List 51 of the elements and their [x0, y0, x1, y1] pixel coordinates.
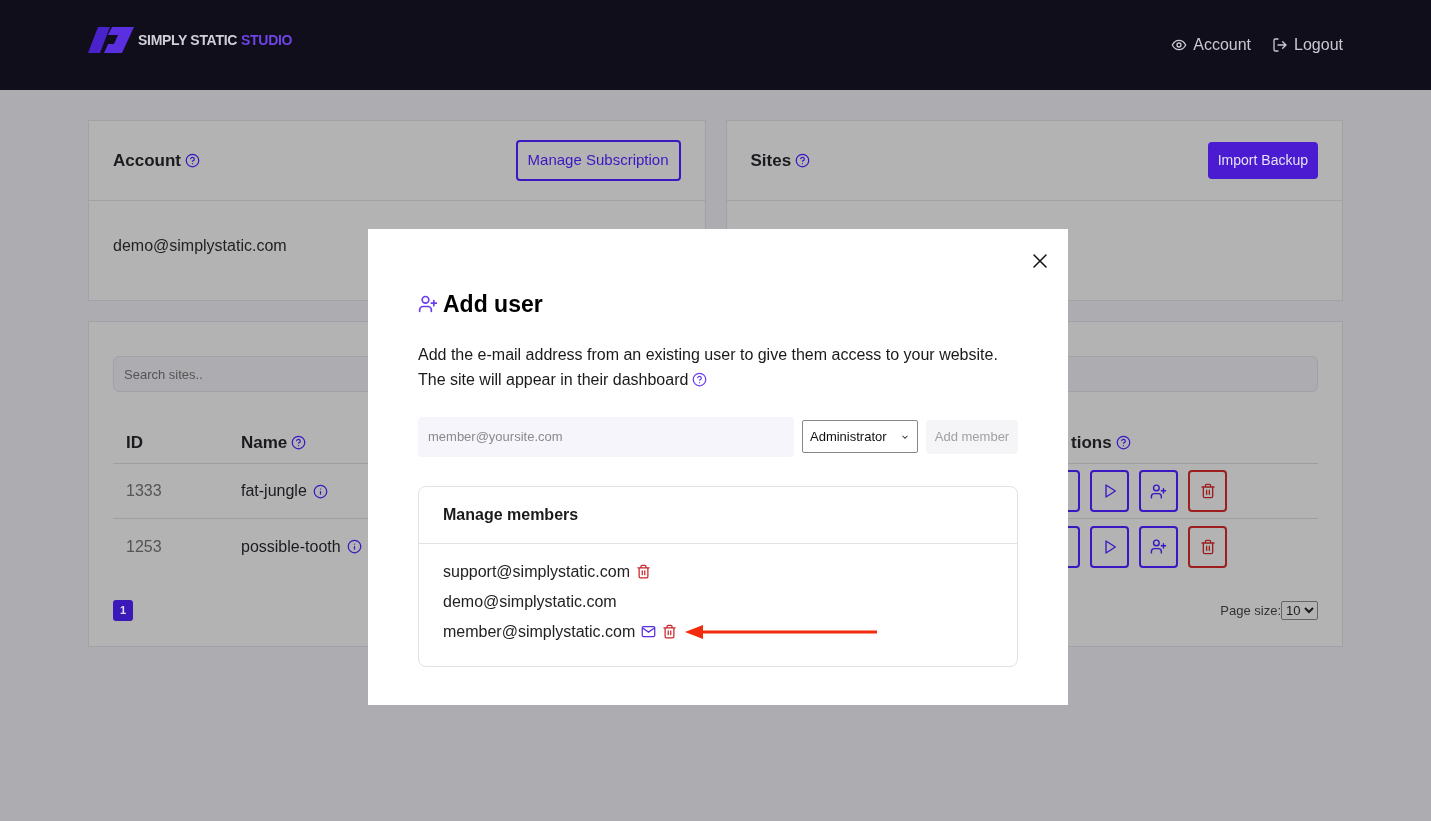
member-email: support@simplystatic.com [443, 561, 630, 582]
column-header: Name [241, 431, 288, 454]
action-button[interactable] [1139, 470, 1178, 512]
column-header: ID [126, 431, 143, 454]
description-text: The site will appear in their dashboard [418, 369, 689, 390]
logo-text: SIMPLY STATIC [138, 30, 238, 50]
column-header: tions [1071, 431, 1112, 454]
account-email: demo@simplystatic.com [113, 237, 287, 254]
email-field[interactable]: member@yoursite.com [418, 416, 794, 457]
logo-accent-text: STUDIO [241, 30, 293, 50]
user-plus-icon [1150, 538, 1167, 555]
action-button[interactable] [1090, 525, 1129, 568]
manage-subscription-button[interactable]: Manage Subscription [515, 140, 681, 181]
info-icon [346, 539, 362, 554]
site-id: 1333 [126, 482, 162, 499]
help-icon [692, 371, 708, 387]
panel-title: Sites [750, 149, 792, 172]
user-plus-icon [1150, 482, 1167, 500]
mail-icon[interactable] [641, 624, 657, 639]
logo-icon [88, 27, 134, 53]
site-name: possible-tooth [241, 536, 341, 557]
description-text: Add the e-mail address from an existing user to give them access to your website. [418, 344, 998, 365]
member-email: demo@simplystatic.com [443, 591, 617, 612]
user-plus-icon [418, 294, 438, 315]
logout-icon [1272, 37, 1289, 53]
action-button[interactable] [1090, 470, 1129, 512]
role-select[interactable]: Administrator [802, 420, 918, 453]
nav-link[interactable]: Logout [1272, 33, 1343, 57]
trash-icon[interactable] [635, 564, 651, 579]
action-button[interactable] [1139, 525, 1178, 568]
page-size-select[interactable]: 10 [1281, 601, 1318, 620]
trash-icon[interactable] [1199, 483, 1216, 499]
page-size-label: Page size: [1220, 601, 1281, 620]
help-icon [795, 153, 811, 168]
panel-title: Account [113, 149, 181, 172]
dialog-title: Add user [443, 290, 543, 319]
trash-icon[interactable] [662, 624, 678, 639]
members-title: Manage members [443, 504, 579, 525]
nav-link[interactable]: Account [1171, 33, 1252, 57]
action-button[interactable] [1188, 470, 1227, 512]
page-button[interactable]: 1 [113, 600, 133, 621]
import-backup-button[interactable]: Import Backup [1207, 142, 1318, 179]
eye-icon [1171, 37, 1188, 53]
site-id: 1253 [126, 537, 162, 555]
info-icon [312, 483, 328, 499]
trash-icon[interactable] [1199, 538, 1216, 555]
close-button[interactable] [1030, 251, 1050, 271]
site-name: fat-jungle [241, 481, 307, 501]
member-email: member@simplystatic.com [443, 621, 636, 642]
help-icon [185, 153, 200, 168]
action-button[interactable] [1188, 525, 1227, 568]
